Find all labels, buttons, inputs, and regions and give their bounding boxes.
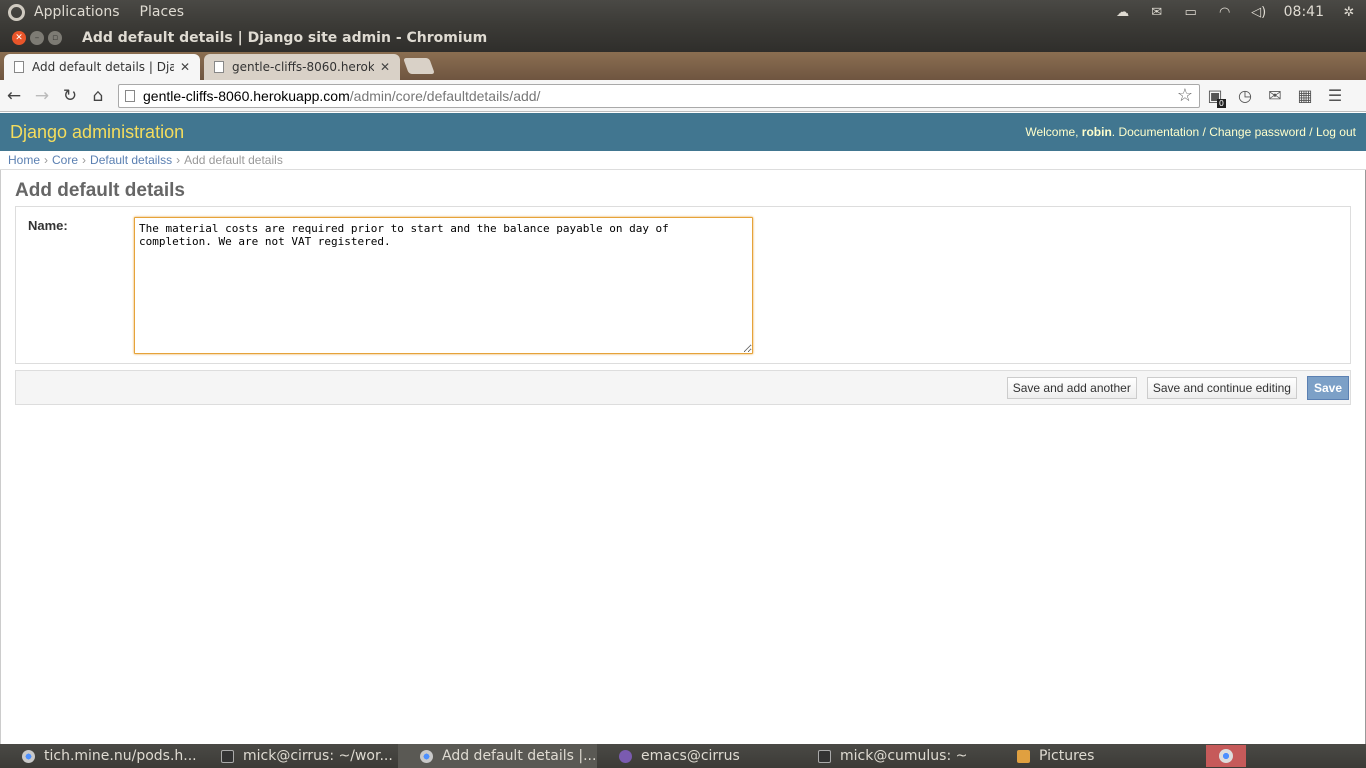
terminal-icon <box>818 750 831 763</box>
save-button[interactable]: Save <box>1306 375 1349 400</box>
clock-extension-icon[interactable]: ◷ <box>1230 82 1260 110</box>
chromium-icon <box>1219 749 1233 763</box>
chromium-icon <box>22 750 35 763</box>
volume-icon[interactable]: ◁) <box>1250 5 1268 20</box>
user-tools: Welcome, robin. Documentation / Change p… <box>1025 125 1356 139</box>
breadcrumb-home[interactable]: Home <box>8 153 40 167</box>
ubuntu-logo-icon[interactable] <box>4 0 28 24</box>
browser-tab[interactable]: gentle-cliffs-8060.herokua ✕ <box>204 54 400 80</box>
page-title: Add default details <box>15 180 185 201</box>
admin-header: Django administration Welcome, robin. Do… <box>0 113 1366 151</box>
taskbar-item[interactable]: mick@cumulus: ~ <box>796 744 995 768</box>
places-menu[interactable]: Places <box>140 4 185 20</box>
welcome-text: Welcome, <box>1025 125 1082 139</box>
tab-label: gentle-cliffs-8060.herokua <box>232 60 374 74</box>
form-fieldset: Name: <box>15 206 1351 364</box>
breadcrumb-core[interactable]: Core <box>52 153 78 167</box>
change-password-link[interactable]: Change password <box>1209 125 1306 139</box>
name-textarea[interactable] <box>134 217 753 354</box>
url-path: /admin/core/defaultdetails/add/ <box>349 87 541 104</box>
taskbar-chromium-indicator[interactable] <box>1206 745 1246 767</box>
breadcrumb-model[interactable]: Default detailss <box>90 153 172 167</box>
clock[interactable]: 08:41 <box>1284 4 1324 20</box>
name-label: Name: <box>28 218 68 233</box>
cloud-icon[interactable]: ☁ <box>1114 5 1132 20</box>
terminal-icon <box>221 750 234 763</box>
tab-close-icon[interactable]: ✕ <box>180 60 190 74</box>
left-border <box>0 113 1 745</box>
url-host: gentle-cliffs-8060.herokuapp.com <box>143 87 350 104</box>
mail-extension-icon[interactable]: ✉ <box>1260 82 1290 110</box>
taskbar: tich.mine.nu/pods.h... mick@cirrus: ~/wo… <box>0 744 1366 768</box>
documentation-link[interactable]: Documentation <box>1118 125 1199 139</box>
taskbar-item-active[interactable]: Add default details |... <box>398 744 597 768</box>
window-maximize-icon[interactable]: ▫ <box>48 31 62 45</box>
browser-tab-active[interactable]: Add default details | Djang ✕ <box>4 54 200 80</box>
menu-icon[interactable]: ☰ <box>1320 82 1350 110</box>
site-branding[interactable]: Django administration <box>10 122 184 143</box>
extension-icon[interactable]: ▣ 0 <box>1200 82 1230 110</box>
forward-arrow-icon[interactable]: → <box>28 82 56 110</box>
mail-icon[interactable]: ✉ <box>1148 5 1166 20</box>
extension-badge: 0 <box>1216 98 1226 108</box>
page-icon <box>214 61 224 73</box>
settings-icon[interactable]: ✲ <box>1340 5 1358 20</box>
battery-icon[interactable]: ▭ <box>1182 5 1200 20</box>
taskbar-item[interactable]: Pictures <box>995 744 1155 768</box>
reload-icon[interactable]: ↻ <box>56 82 84 110</box>
address-bar[interactable]: gentle-cliffs-8060.herokuapp.com/admin/c… <box>118 83 1200 108</box>
top-panel: Applications Places ☁ ✉ ▭ ◠ ◁) 08:41 ✲ <box>0 0 1366 24</box>
window-title: Add default details | Django site admin … <box>82 30 488 46</box>
tab-close-icon[interactable]: ✕ <box>380 60 390 74</box>
bookmark-star-icon[interactable]: ☆ <box>1177 85 1193 106</box>
home-icon[interactable]: ⌂ <box>84 82 112 110</box>
taskbar-item[interactable]: emacs@cirrus <box>597 744 796 768</box>
calendar-extension-icon[interactable]: ▦ <box>1290 82 1320 110</box>
window-minimize-icon[interactable]: – <box>30 31 44 45</box>
chromium-icon <box>420 750 433 763</box>
page-icon <box>125 89 135 102</box>
taskbar-item[interactable]: mick@cirrus: ~/wor... <box>199 744 398 768</box>
taskbar-item[interactable]: tich.mine.nu/pods.h... <box>0 744 199 768</box>
breadcrumb-current: Add default details <box>184 153 283 167</box>
page-icon <box>14 61 24 73</box>
browser-toolbar: ← → ↻ ⌂ gentle-cliffs-8060.herokuapp.com… <box>0 80 1366 112</box>
log-out-link[interactable]: Log out <box>1316 125 1356 139</box>
username: robin <box>1081 125 1112 139</box>
window-close-icon[interactable]: ✕ <box>12 31 26 45</box>
emacs-icon <box>619 750 632 763</box>
submit-row: Save and add another Save and continue e… <box>15 370 1351 405</box>
tab-label: Add default details | Djang <box>32 60 174 74</box>
applications-menu[interactable]: Applications <box>34 4 120 20</box>
folder-icon <box>1017 750 1030 763</box>
new-tab-button[interactable] <box>403 58 435 74</box>
back-arrow-icon[interactable]: ← <box>0 82 28 110</box>
breadcrumb: Home › Core › Default detailss › Add def… <box>0 151 1366 170</box>
wifi-icon[interactable]: ◠ <box>1216 5 1234 20</box>
save-and-add-another-button[interactable]: Save and add another <box>1006 376 1137 399</box>
save-and-continue-button[interactable]: Save and continue editing <box>1146 376 1297 399</box>
system-tray: ☁ ✉ ▭ ◠ ◁) 08:41 ✲ <box>1114 4 1366 20</box>
tab-strip: Add default details | Djang ✕ gentle-cli… <box>0 52 1366 80</box>
window-titlebar: ✕ – ▫ Add default details | Django site … <box>0 24 1366 52</box>
